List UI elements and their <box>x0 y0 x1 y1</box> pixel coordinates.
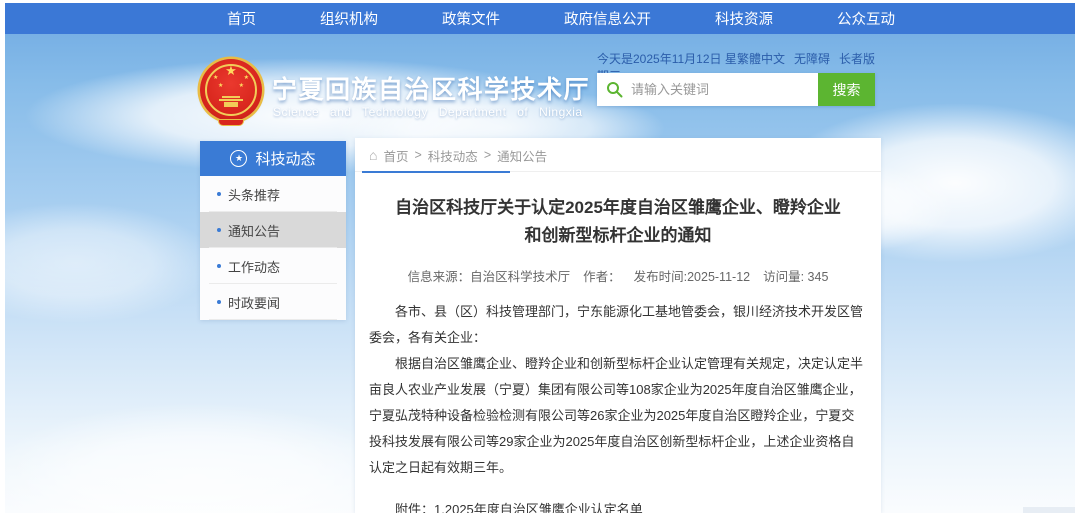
search-input[interactable] <box>597 73 818 106</box>
search-button[interactable]: 搜索 <box>818 73 875 106</box>
attachments-label: 附件： <box>395 499 434 513</box>
sidebar-title-label: 科技动态 <box>255 148 315 169</box>
nav-item-policy[interactable]: 政策文件 <box>442 8 500 29</box>
sidebar-item-label: 工作动态 <box>228 257 280 276</box>
article-title-line1: 自治区科技厅关于认定2025年度自治区雏鹰企业、瞪羚企业 <box>369 194 867 222</box>
breadcrumb-current[interactable]: 通知公告 <box>497 146 547 165</box>
breadcrumb-separator: > <box>484 148 491 162</box>
sidebar-title[interactable]: ★ 科技动态 <box>200 141 346 176</box>
site-subtitle: Science and Technology Department of Nin… <box>273 105 583 119</box>
sidebar-item-label: 通知公告 <box>228 221 280 240</box>
home-icon[interactable]: ⌂ <box>369 149 377 161</box>
breadcrumb-home[interactable]: 首页 <box>383 146 408 165</box>
bullet-icon <box>217 228 221 232</box>
main-content: ⌂ 首页 > 科技动态 > 通知公告 自治区科技厅关于认定2025年度自治区雏鹰… <box>355 138 881 513</box>
attachment-list: 1.2025年度自治区雏鹰企业认定名单 2.2025年度自治区瞪羚企业认定名单 … <box>434 499 682 513</box>
bullet-icon <box>217 192 221 196</box>
nav-item-resources[interactable]: 科技资源 <box>715 8 773 29</box>
nav-item-gov-info[interactable]: 政府信息公开 <box>564 8 651 29</box>
star-circle-icon: ★ <box>230 150 247 167</box>
sidebar-item-current-affairs[interactable]: 时政要闻 <box>200 284 346 320</box>
meta-visits: 访问量: 345 <box>763 266 828 285</box>
article-title: 自治区科技厅关于认定2025年度自治区雏鹰企业、瞪羚企业 和创新型标杆企业的通知 <box>369 194 867 250</box>
national-emblem-icon: ★ ★★ ★★ <box>200 59 262 121</box>
article-meta: 信息来源：自治区科学技术厅 作者： 发布时间:2025-11-12 访问量: 3… <box>369 266 867 285</box>
sidebar-menu: 头条推荐 通知公告 工作动态 时政要闻 <box>200 176 346 320</box>
sidebar-item-work-updates[interactable]: 工作动态 <box>200 248 346 284</box>
meta-author: 作者： <box>583 266 621 285</box>
cloud-decoration <box>0 203 215 323</box>
sidebar: ★ 科技动态 头条推荐 通知公告 工作动态 时政要闻 <box>200 141 346 320</box>
nav-item-interaction[interactable]: 公众互动 <box>837 8 895 29</box>
article-title-line2: 和创新型标杆企业的通知 <box>369 222 867 250</box>
breadcrumb: ⌂ 首页 > 科技动态 > 通知公告 <box>369 138 867 172</box>
attachment-item-1[interactable]: 1.2025年度自治区雏鹰企业认定名单 <box>434 499 682 513</box>
sidebar-item-notices[interactable]: 通知公告 <box>200 212 346 248</box>
article-paragraph: 各市、县（区）科技管理部门，宁东能源化工基地管委会，银川经济技术开发区管委会，各… <box>369 299 867 351</box>
corner-widget <box>1023 507 1075 513</box>
bullet-icon <box>217 264 221 268</box>
nav-item-home[interactable]: 首页 <box>227 8 256 29</box>
article-body: 各市、县（区）科技管理部门，宁东能源化工基地管委会，银川经济技术开发区管委会，各… <box>369 299 867 481</box>
search-box <box>597 73 818 106</box>
site-logo[interactable]: ★ ★★ ★★ <box>200 59 263 129</box>
bullet-icon <box>217 300 221 304</box>
nav-item-organization[interactable]: 组织机构 <box>320 8 378 29</box>
meta-source: 信息来源：自治区科学技术厅 <box>408 266 571 285</box>
top-navbar: 首页 组织机构 政策文件 政府信息公开 科技资源 公众互动 <box>5 3 1075 34</box>
breadcrumb-separator: > <box>414 148 421 162</box>
sidebar-item-label: 头条推荐 <box>228 185 280 204</box>
site-title: 宁夏回族自治区科学技术厅 <box>272 70 590 106</box>
page: 首页 组织机构 政策文件 政府信息公开 科技资源 公众互动 ★ ★★ ★★ 宁夏… <box>0 0 1080 513</box>
breadcrumb-section[interactable]: 科技动态 <box>428 146 478 165</box>
cloud-decoration <box>0 403 405 513</box>
sidebar-item-headlines[interactable]: 头条推荐 <box>200 176 346 212</box>
article-paragraph: 根据自治区雏鹰企业、瞪羚企业和创新型标杆企业认定管理有关规定，决定认定半亩良人农… <box>369 351 867 481</box>
search-bar: 搜索 <box>597 73 875 106</box>
meta-publish-time: 发布时间:2025-11-12 <box>634 266 751 285</box>
sidebar-item-label: 时政要闻 <box>228 293 280 312</box>
attachments: 附件： 1.2025年度自治区雏鹰企业认定名单 2.2025年度自治区瞪羚企业认… <box>395 499 867 513</box>
